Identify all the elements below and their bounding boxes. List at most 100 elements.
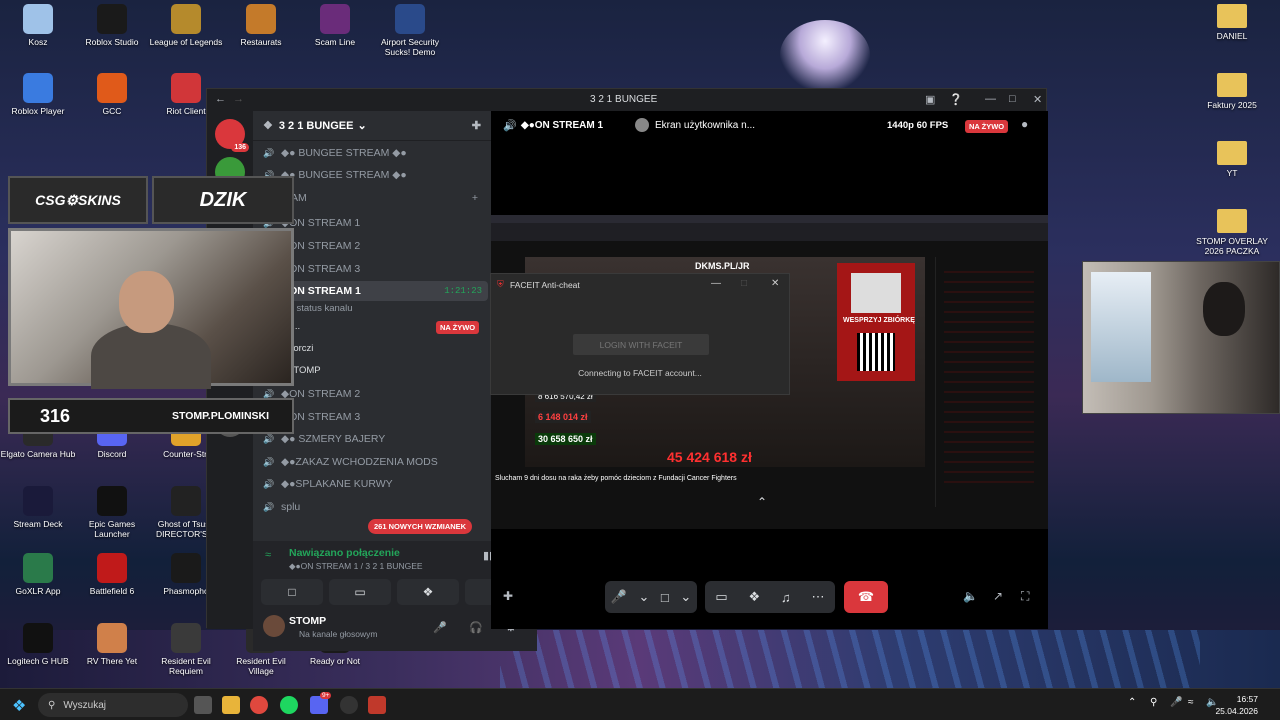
camera-off-button[interactable]: □ (261, 579, 323, 605)
desktop-shortcut[interactable]: Stream Deck (0, 486, 76, 529)
clock[interactable]: 16:57 25.04.2026 (1215, 693, 1258, 717)
desktop-shortcut[interactable]: GoXLR App (0, 553, 76, 596)
voice-channel[interactable]: 🔊◆ON STREAM 2 (263, 384, 488, 404)
speaker-icon: 🔊 (263, 147, 275, 158)
webcam-feed (8, 228, 294, 389)
desktop-shortcut[interactable]: Roblox Studio (74, 4, 150, 47)
speaker-icon: 🔊 (263, 456, 275, 467)
file-explorer-icon[interactable] (222, 696, 240, 714)
voice-channel[interactable]: 🔊 ◆●ZAKAZ WCHODZENIA MODS (263, 452, 488, 472)
desktop-shortcut[interactable]: Scam Line (297, 4, 373, 47)
camera-off-icon[interactable]: □ (661, 590, 669, 605)
desktop-shortcut[interactable]: Kosz (0, 4, 76, 47)
chat-icon[interactable]: ● (1021, 117, 1028, 131)
desktop-folder-label: STOMP OVERLAY 2026 PACZKA (1196, 236, 1268, 256)
desktop-shortcut[interactable]: GCC (74, 73, 150, 116)
close-button[interactable]: ✕ (771, 278, 779, 289)
activities-button[interactable]: ❖ (397, 579, 459, 605)
voice-channel[interactable]: 🔊◆ON STREAM 11:21:23 (263, 281, 488, 301)
task-view-icon[interactable] (194, 696, 212, 714)
desktop-shortcut[interactable]: Epic Games Launcher (74, 486, 150, 539)
spotify-icon[interactable] (280, 696, 298, 714)
voice-channel[interactable]: 🔊◆ON STREAM 2 (263, 236, 488, 256)
add-people-icon[interactable]: ✚ (503, 589, 513, 603)
microphone-icon[interactable]: 🎤 (433, 621, 447, 634)
voice-channel[interactable]: 🔊 ◆● BUNGEE STREAM ◆● (263, 165, 488, 185)
maximize-button[interactable]: □ (741, 278, 747, 289)
chevron-up-icon[interactable]: ⌃ (757, 495, 767, 509)
headphones-icon[interactable]: 🎧 (469, 621, 483, 634)
help-icon[interactable]: ❔ (949, 93, 963, 106)
new-mentions-pill[interactable]: 261 NOWYCH WZMIANEK (368, 519, 473, 534)
microphone-icon[interactable]: 🎤 (611, 589, 627, 605)
wifi-icon[interactable]: ≈ (1188, 697, 1194, 708)
desktop-shortcut[interactable]: Battlefield 6 (74, 553, 150, 596)
obs-icon[interactable] (340, 696, 358, 714)
desktop-shortcut-label: League of Legends (149, 37, 223, 47)
desktop-shortcut-label: Discord (97, 449, 127, 459)
chevron-up-icon[interactable]: ⌃ (1128, 697, 1136, 708)
desktop-shortcut[interactable]: Logitech G HUB (0, 623, 76, 666)
popout-icon[interactable]: ↗ (993, 589, 1003, 603)
channel-category[interactable]: STREAM+ (263, 188, 488, 208)
windows-start-icon[interactable]: ❖ (12, 696, 26, 716)
login-faceit-button[interactable]: LOGIN WITH FACEIT (573, 334, 709, 355)
minimize-button[interactable]: — (711, 278, 721, 289)
microphone-icon[interactable]: 🎤 (1170, 697, 1182, 708)
desktop-shortcut[interactable]: RV There Yet (74, 623, 150, 666)
chat-messages (944, 271, 1034, 491)
screen-share-title: Ekran użytkownika n... (655, 120, 756, 131)
guild-header[interactable]: ❖ 3 2 1 BUNGEE ⌄ ✚ (253, 111, 491, 141)
maximize-button[interactable]: □ (1009, 93, 1016, 105)
avatar[interactable] (263, 615, 285, 637)
desktop-folder-label: Faktury 2025 (1207, 100, 1257, 110)
voice-channel[interactable]: 🔊 ◆● SZMERY BAJERY (263, 429, 488, 449)
network-icon[interactable]: ⚲ (1150, 697, 1157, 708)
soundboard-icon[interactable]: ♫ (781, 590, 791, 605)
desktop-folder[interactable]: DANIEL (1194, 4, 1270, 41)
forward-arrow-icon[interactable]: → (233, 93, 244, 105)
ghost-of-tsushima-icon (171, 486, 201, 516)
server-icon[interactable]: 136 (215, 119, 249, 152)
volume-icon[interactable]: 🔈 (963, 589, 978, 603)
voice-channel[interactable]: 🔊 splu (263, 497, 488, 517)
faceit-dialog[interactable]: ⛨ FACEIT Anti-cheat — □ ✕ LOGIN WITH FAC… (490, 273, 790, 395)
connection-channel[interactable]: ◆●ON STREAM 1 / 3 2 1 BUNGEE (289, 561, 423, 572)
search-box[interactable]: ⚲ Wyszukaj (38, 693, 188, 717)
leave-call-button[interactable]: ☎ (844, 581, 888, 613)
desktop-shortcut[interactable]: League of Legends (148, 4, 224, 47)
desktop-shortcut-label: Restaurats (240, 37, 282, 47)
desktop-shortcut[interactable]: Airport Security Sucks! Demo (372, 4, 448, 57)
chevron-down-icon[interactable]: ⌄ (638, 589, 649, 605)
share-screen-button[interactable]: ▭ (329, 579, 391, 605)
screen-share-icon[interactable]: ▭ (715, 589, 727, 605)
voice-channel[interactable]: 🔊◆ON STREAM 3 (263, 259, 488, 279)
desktop-folder[interactable]: STOMP OVERLAY 2026 PACZKA (1194, 209, 1270, 256)
minimize-button[interactable]: — (985, 93, 996, 105)
voice-channel[interactable]: 🔊 ◆●SPLAKANE KURWY (263, 474, 488, 494)
channel-label: ◆● SZMERY BAJERY (281, 433, 386, 445)
dialog-title: FACEIT Anti-cheat (510, 280, 580, 290)
add-channel-icon[interactable]: + (472, 192, 478, 204)
chevron-down-icon[interactable]: ⌄ (680, 589, 691, 605)
inbox-icon[interactable]: ▣ (925, 93, 935, 106)
add-member-icon[interactable]: ✚ (472, 119, 481, 132)
faceit-icon[interactable] (368, 696, 386, 714)
voice-channel[interactable]: 🔊◆ON STREAM 1 (263, 213, 488, 233)
search-icon: ⚲ (48, 699, 56, 711)
back-arrow-icon[interactable]: ← (215, 93, 226, 105)
activities-icon[interactable]: ❖ (749, 589, 761, 605)
more-icon[interactable]: ⋯ (812, 589, 825, 605)
connection-status[interactable]: Nawiązano połączenie (289, 547, 400, 559)
desktop-shortcut[interactable]: Restaurats (223, 4, 299, 47)
desktop-folder[interactable]: YT (1194, 141, 1270, 178)
desktop-folder[interactable]: Faktury 2025 (1194, 73, 1270, 110)
desktop-shortcut[interactable]: Roblox Player (0, 73, 76, 116)
close-button[interactable]: ✕ (1033, 93, 1042, 106)
fullscreen-icon[interactable]: ⛶ (1021, 589, 1029, 604)
desktop-shortcut[interactable]: Resident Evil Requiem (148, 623, 224, 676)
chrome-icon[interactable] (250, 696, 268, 714)
voice-channel[interactable]: 🔊 ◆● BUNGEE STREAM ◆● (263, 143, 488, 163)
chat-panel[interactable] (935, 257, 1040, 507)
voice-channel[interactable]: 🔊◆ON STREAM 3 (263, 407, 488, 427)
